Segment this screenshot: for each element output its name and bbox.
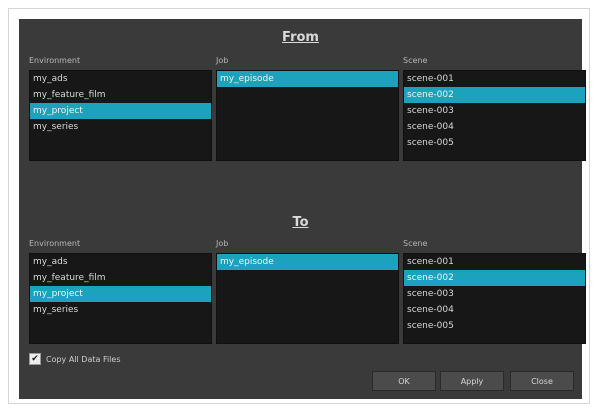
from-job-list[interactable]: my_episode	[216, 70, 399, 161]
close-button[interactable]: Close	[510, 371, 574, 391]
list-item[interactable]: my_series	[30, 119, 211, 135]
list-item[interactable]: my_feature_film	[30, 270, 211, 286]
list-item[interactable]: scene-005	[404, 318, 585, 334]
list-item[interactable]: my_ads	[30, 71, 211, 87]
list-item[interactable]: scene-004	[404, 119, 585, 135]
copy-scene-dialog: From Environment Job Scene my_ads my_feat…	[19, 19, 586, 399]
apply-button[interactable]: Apply	[440, 371, 504, 391]
list-item[interactable]: my_series	[30, 302, 211, 318]
to-environment-list[interactable]: my_ads my_feature_film my_project my_series	[29, 253, 212, 344]
list-item[interactable]: my_feature_film	[30, 87, 211, 103]
list-item[interactable]: scene-001	[404, 254, 585, 270]
list-item[interactable]: scene-003	[404, 286, 585, 302]
from-job-label: Job	[216, 56, 229, 65]
from-scene-list[interactable]: scene-001 scene-002 scene-003 scene-004 scen…	[403, 70, 586, 161]
from-environment-list[interactable]: my_ads my_feature_film my_project my_series	[29, 70, 212, 161]
to-job-list[interactable]: my_episode	[216, 253, 399, 344]
list-item[interactable]: my_episode	[217, 254, 398, 270]
to-environment-label: Environment	[29, 239, 81, 248]
copy-all-data-files-label: Copy All Data Files	[46, 354, 121, 364]
to-scene-list[interactable]: scene-001 scene-002 scene-003 scene-004 scen…	[403, 253, 586, 344]
ok-button[interactable]: OK	[372, 371, 436, 391]
list-item[interactable]: scene-003	[404, 103, 585, 119]
list-item[interactable]: scene-004	[404, 302, 585, 318]
to-title: To	[292, 215, 309, 230]
list-item[interactable]: scene-002	[404, 270, 585, 286]
checkmark-icon: ✔	[31, 354, 39, 364]
to-scene-label: Scene	[403, 239, 428, 248]
list-item[interactable]: scene-002	[404, 87, 585, 103]
list-item[interactable]: my_ads	[30, 254, 211, 270]
from-environment-label: Environment	[29, 56, 81, 65]
list-item[interactable]: my_project	[30, 103, 211, 119]
from-scene-label: Scene	[403, 56, 428, 65]
list-item[interactable]: scene-005	[404, 135, 585, 151]
list-item[interactable]: my_project	[30, 286, 211, 302]
to-job-label: Job	[216, 239, 229, 248]
from-title: From	[282, 30, 319, 45]
copy-all-data-files-option[interactable]: ✔ Copy All Data Files	[29, 353, 121, 365]
list-item[interactable]: scene-001	[404, 71, 585, 87]
list-item[interactable]: my_episode	[217, 71, 398, 87]
copy-all-data-files-checkbox[interactable]: ✔	[29, 353, 41, 365]
